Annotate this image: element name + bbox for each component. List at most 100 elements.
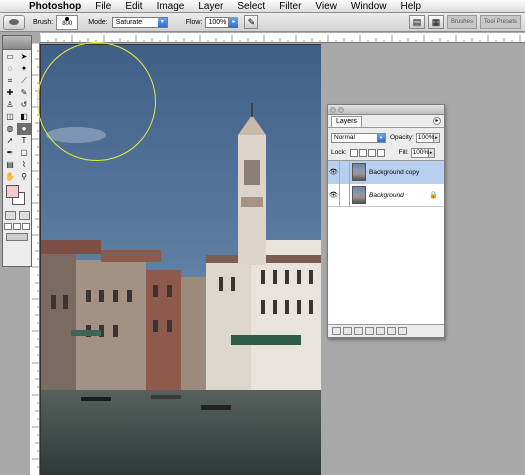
palette-menu-icon[interactable]: ▸ — [433, 117, 441, 125]
eye-icon[interactable]: 👁 — [328, 183, 340, 207]
marquee-tool-icon[interactable]: ▭ — [3, 51, 17, 63]
link-layers-icon[interactable] — [332, 326, 341, 335]
gradient-tool-icon[interactable]: ◧ — [17, 111, 31, 123]
menu-filter[interactable]: Filter — [272, 0, 308, 13]
eye-icon[interactable]: 👁 — [328, 160, 340, 184]
fill-input[interactable]: 100% — [410, 147, 429, 158]
chevron-updown-icon: ▾ — [157, 17, 167, 27]
lock-all-icon[interactable] — [376, 148, 385, 157]
slice-tool-icon[interactable]: ⟋ — [17, 75, 31, 87]
brush-label: Brush: — [33, 18, 54, 26]
healing-brush-tool-icon[interactable]: ✚ — [3, 87, 17, 99]
layer-name: Background — [369, 191, 404, 199]
blend-mode-select[interactable]: Normal ▾ — [331, 132, 386, 143]
layer-link-slot[interactable] — [340, 183, 350, 207]
layer-link-slot[interactable] — [340, 160, 350, 184]
flow-slider-button[interactable]: ▸ — [229, 16, 239, 28]
palette-title-bar[interactable] — [328, 105, 444, 115]
quick-mask-mode-icon[interactable] — [18, 211, 30, 220]
type-tool-icon[interactable]: T — [17, 135, 31, 147]
opacity-slider-button[interactable]: ▸ — [433, 132, 440, 143]
zoom-tool-icon[interactable]: ⚲ — [17, 171, 31, 183]
hand-tool-icon[interactable]: ✋ — [3, 171, 17, 183]
move-tool-icon[interactable]: ➤ — [17, 51, 31, 63]
menu-image[interactable]: Image — [150, 0, 192, 13]
new-group-icon[interactable] — [365, 326, 374, 335]
menu-bar: Photoshop File Edit Image Layer Select F… — [0, 0, 525, 13]
options-bar: Brush: 800 Mode: Saturate ▾ Flow: 100% ▸… — [0, 13, 525, 32]
pen-tool-icon[interactable]: ✒ — [3, 147, 17, 159]
menu-file[interactable]: File — [88, 0, 118, 13]
layer-thumbnail — [352, 163, 366, 181]
ruler-horizontal[interactable] — [40, 33, 525, 43]
chevron-updown-icon: ▾ — [377, 133, 385, 142]
eyedropper-tool-icon[interactable]: ⌇ — [17, 159, 31, 171]
menu-edit[interactable]: Edit — [118, 0, 149, 13]
tool-preset-picker[interactable] — [3, 14, 25, 30]
layer-list: 👁 Background copy 👁 Background 🔒 — [328, 160, 444, 325]
shape-tool-icon[interactable]: ▢ — [17, 147, 31, 159]
airbrush-icon[interactable]: ✎ — [244, 15, 259, 29]
mode-label: Mode: — [88, 18, 108, 26]
brush-picker[interactable]: 800 — [56, 14, 79, 30]
fill-label: Fill: — [398, 149, 409, 156]
trash-icon[interactable] — [398, 326, 407, 335]
menu-select[interactable]: Select — [230, 0, 272, 13]
opacity-input[interactable]: 100% — [415, 132, 434, 143]
menu-help[interactable]: Help — [394, 0, 429, 13]
jump-to-imageready-icon[interactable] — [6, 233, 28, 241]
palette-well-icon[interactable]: ▦ — [427, 15, 444, 29]
foreground-color-swatch[interactable] — [6, 185, 19, 198]
flow-input[interactable]: 100% — [205, 16, 230, 28]
layer-mask-icon[interactable] — [354, 326, 363, 335]
layer-thumbnail — [352, 186, 366, 204]
menu-view[interactable]: View — [308, 0, 344, 13]
magic-wand-tool-icon[interactable]: ✦ — [17, 63, 31, 75]
palette-tab-tool-presets[interactable]: Tool Presets — [479, 15, 521, 29]
standard-mode-icon[interactable] — [4, 211, 16, 220]
crop-tool-icon[interactable]: ⌗ — [3, 75, 17, 87]
lock-icon: 🔒 — [429, 192, 438, 199]
lock-position-icon[interactable] — [367, 148, 376, 157]
lock-pixels-icon[interactable] — [358, 148, 367, 157]
adjustment-layer-icon[interactable] — [376, 326, 385, 335]
brush-cursor — [37, 42, 156, 161]
standard-screen-icon[interactable] — [3, 223, 12, 230]
clone-stamp-tool-icon[interactable]: ♙ — [3, 99, 17, 111]
layer-style-icon[interactable] — [343, 326, 352, 335]
brush-tool-icon[interactable]: ✎ — [17, 87, 31, 99]
sponge-icon — [9, 19, 19, 25]
layers-palette: Layers ▸ Normal ▾ Opacity: 100% ▸ Lock: … — [327, 104, 445, 338]
minimize-icon[interactable] — [338, 106, 344, 113]
opacity-label: Opacity: — [390, 134, 414, 141]
mode-value: Saturate — [115, 18, 143, 26]
close-icon[interactable] — [330, 106, 336, 113]
tab-layers[interactable]: Layers — [331, 116, 363, 127]
sponge-tool-icon[interactable]: ● — [17, 123, 31, 135]
notes-tool-icon[interactable]: ▤ — [3, 159, 17, 171]
path-selection-tool-icon[interactable]: ➚ — [3, 135, 17, 147]
layer-row-background[interactable]: 👁 Background 🔒 — [328, 183, 444, 207]
color-swatches — [3, 185, 31, 209]
menu-window[interactable]: Window — [344, 0, 394, 13]
full-screen-icon[interactable] — [22, 223, 31, 230]
toolbox-title-bar[interactable] — [3, 36, 31, 50]
mode-select[interactable]: Saturate ▾ — [111, 16, 168, 28]
menu-photoshop[interactable]: Photoshop — [22, 0, 88, 13]
new-layer-icon[interactable] — [387, 326, 396, 335]
lock-label: Lock: — [331, 149, 347, 156]
eraser-tool-icon[interactable]: ◫ — [3, 111, 17, 123]
menu-layer[interactable]: Layer — [191, 0, 230, 13]
file-browser-icon[interactable]: ▤ — [408, 15, 425, 29]
full-screen-menu-icon[interactable] — [12, 223, 21, 230]
palette-tab-brushes[interactable]: Brushes — [446, 15, 477, 29]
blend-mode-value: Normal — [334, 133, 355, 141]
blur-tool-icon[interactable]: ◍ — [3, 123, 17, 135]
toolbox: ▭ ➤ ◌ ✦ ⌗ ⟋ ✚ ✎ ♙ ↺ ◫ ◧ ◍ ● ➚ T ✒ ▢ ▤ ⌇ … — [2, 35, 32, 267]
lock-transparency-icon[interactable] — [349, 148, 358, 157]
flow-label: Flow: — [185, 18, 203, 26]
layer-row-background-copy[interactable]: 👁 Background copy — [328, 160, 444, 184]
history-brush-tool-icon[interactable]: ↺ — [17, 99, 31, 111]
fill-slider-button[interactable]: ▸ — [428, 147, 435, 158]
lasso-tool-icon[interactable]: ◌ — [3, 63, 17, 75]
